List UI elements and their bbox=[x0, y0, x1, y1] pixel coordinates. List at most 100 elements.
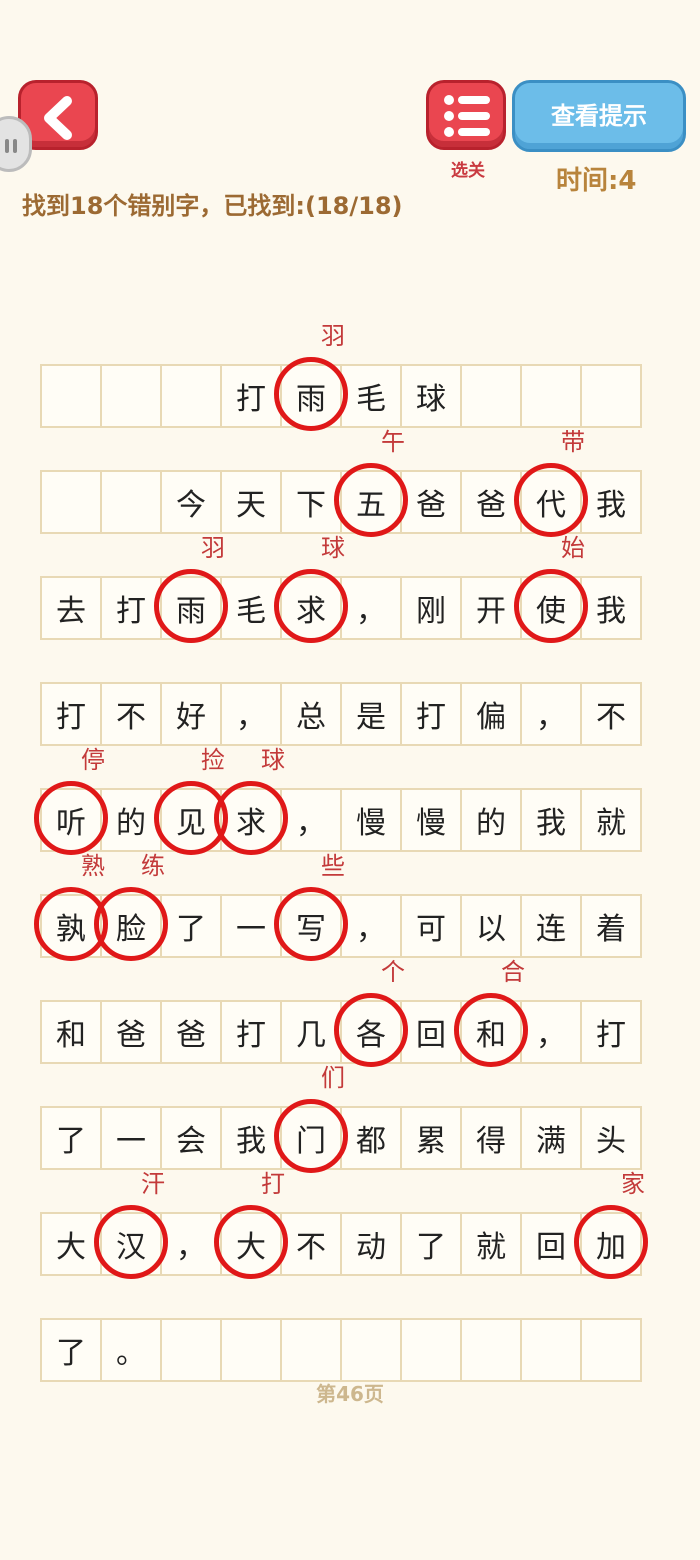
grid-cell[interactable]: 一 bbox=[100, 1106, 162, 1170]
grid-cell[interactable]: 开 bbox=[460, 576, 522, 640]
grid-cell[interactable]: 大 bbox=[40, 1212, 102, 1276]
grid-cell[interactable]: 去 bbox=[40, 576, 102, 640]
grid-cell[interactable]: 以 bbox=[460, 894, 522, 958]
grid-cell[interactable]: 大 bbox=[220, 1212, 282, 1276]
grid-cell[interactable] bbox=[580, 364, 642, 428]
grid-cell[interactable]: 都 bbox=[340, 1106, 402, 1170]
grid-cell[interactable]: 好 bbox=[160, 682, 222, 746]
grid-cell[interactable]: 回 bbox=[400, 1000, 462, 1064]
grid-cell[interactable] bbox=[460, 1318, 522, 1382]
grid-cell[interactable]: 和 bbox=[40, 1000, 102, 1064]
grid-cell[interactable]: 了 bbox=[160, 894, 222, 958]
grid-cell[interactable]: 打 bbox=[220, 364, 282, 428]
grid-cell[interactable]: 使 bbox=[520, 576, 582, 640]
grid-cell[interactable] bbox=[100, 364, 162, 428]
grid-cell[interactable]: 打 bbox=[220, 1000, 282, 1064]
grid-cell[interactable]: 毛 bbox=[340, 364, 402, 428]
grid-cell[interactable]: ， bbox=[340, 894, 402, 958]
pause-handle[interactable] bbox=[0, 116, 32, 172]
view-hint-button[interactable]: 查看提示 bbox=[512, 80, 686, 152]
grid-cell[interactable]: 不 bbox=[580, 682, 642, 746]
grid-cell[interactable]: 加 bbox=[580, 1212, 642, 1276]
grid-cell[interactable]: 代 bbox=[520, 470, 582, 534]
grid-cell[interactable]: 一 bbox=[220, 894, 282, 958]
grid-cell[interactable]: 。 bbox=[100, 1318, 162, 1382]
grid-cell[interactable]: 和 bbox=[460, 1000, 522, 1064]
grid-cell[interactable]: 汉 bbox=[100, 1212, 162, 1276]
grid-cell[interactable]: 头 bbox=[580, 1106, 642, 1170]
grid-cell[interactable] bbox=[400, 1318, 462, 1382]
grid-cell[interactable]: 球 bbox=[400, 364, 462, 428]
grid-cell[interactable]: 连 bbox=[520, 894, 582, 958]
grid-cell[interactable]: 毛 bbox=[220, 576, 282, 640]
grid-cell[interactable]: 我 bbox=[220, 1106, 282, 1170]
grid-cell[interactable]: 打 bbox=[580, 1000, 642, 1064]
grid-cell[interactable]: 爸 bbox=[400, 470, 462, 534]
grid-cell[interactable]: 可 bbox=[400, 894, 462, 958]
grid-cell[interactable]: ， bbox=[220, 682, 282, 746]
grid-cell[interactable]: 慢 bbox=[340, 788, 402, 852]
grid-cell[interactable]: 我 bbox=[580, 576, 642, 640]
grid-cell[interactable]: ， bbox=[340, 576, 402, 640]
grid-cell[interactable]: ， bbox=[520, 1000, 582, 1064]
grid-cell[interactable]: 了 bbox=[400, 1212, 462, 1276]
grid-cell[interactable]: 累 bbox=[400, 1106, 462, 1170]
grid-cell[interactable]: 见 bbox=[160, 788, 222, 852]
grid-cell[interactable]: 打 bbox=[400, 682, 462, 746]
grid-cell[interactable] bbox=[100, 470, 162, 534]
grid-cell[interactable] bbox=[280, 1318, 342, 1382]
grid-cell[interactable]: 了 bbox=[40, 1106, 102, 1170]
grid-cell[interactable]: ， bbox=[280, 788, 342, 852]
grid-cell[interactable]: 我 bbox=[520, 788, 582, 852]
grid-cell[interactable]: 的 bbox=[460, 788, 522, 852]
grid-cell[interactable] bbox=[160, 1318, 222, 1382]
grid-cell[interactable]: 回 bbox=[520, 1212, 582, 1276]
grid-cell[interactable]: 爸 bbox=[100, 1000, 162, 1064]
grid-cell[interactable]: 门 bbox=[280, 1106, 342, 1170]
grid-cell[interactable]: 就 bbox=[580, 788, 642, 852]
grid-cell[interactable]: 会 bbox=[160, 1106, 222, 1170]
grid-cell[interactable] bbox=[340, 1318, 402, 1382]
grid-cell[interactable] bbox=[160, 364, 222, 428]
grid-cell[interactable]: 写 bbox=[280, 894, 342, 958]
grid-cell[interactable]: 五 bbox=[340, 470, 402, 534]
grid-cell[interactable] bbox=[520, 1318, 582, 1382]
grid-cell[interactable]: 爸 bbox=[460, 470, 522, 534]
grid-cell[interactable]: 我 bbox=[580, 470, 642, 534]
grid-cell[interactable]: 的 bbox=[100, 788, 162, 852]
grid-cell[interactable]: 今 bbox=[160, 470, 222, 534]
grid-cell[interactable]: 孰 bbox=[40, 894, 102, 958]
grid-cell[interactable]: 打 bbox=[100, 576, 162, 640]
grid-cell[interactable]: 不 bbox=[280, 1212, 342, 1276]
grid-cell[interactable]: 爸 bbox=[160, 1000, 222, 1064]
grid-cell[interactable]: 听 bbox=[40, 788, 102, 852]
grid-cell[interactable]: 求 bbox=[220, 788, 282, 852]
grid-cell[interactable]: 得 bbox=[460, 1106, 522, 1170]
grid-cell[interactable]: 雨 bbox=[280, 364, 342, 428]
grid-cell[interactable] bbox=[40, 470, 102, 534]
grid-cell[interactable]: 各 bbox=[340, 1000, 402, 1064]
grid-cell[interactable]: 动 bbox=[340, 1212, 402, 1276]
grid-cell[interactable] bbox=[220, 1318, 282, 1382]
grid-cell[interactable] bbox=[460, 364, 522, 428]
grid-cell[interactable]: 雨 bbox=[160, 576, 222, 640]
grid-cell[interactable]: 打 bbox=[40, 682, 102, 746]
grid-cell[interactable]: 了 bbox=[40, 1318, 102, 1382]
grid-cell[interactable]: 总 bbox=[280, 682, 342, 746]
grid-cell[interactable]: 天 bbox=[220, 470, 282, 534]
grid-cell[interactable]: ， bbox=[160, 1212, 222, 1276]
grid-cell[interactable]: 求 bbox=[280, 576, 342, 640]
grid-cell[interactable]: ， bbox=[520, 682, 582, 746]
grid-cell[interactable]: 偏 bbox=[460, 682, 522, 746]
grid-cell[interactable]: 脸 bbox=[100, 894, 162, 958]
grid-cell[interactable] bbox=[40, 364, 102, 428]
grid-cell[interactable]: 不 bbox=[100, 682, 162, 746]
grid-cell[interactable]: 着 bbox=[580, 894, 642, 958]
grid-cell[interactable]: 是 bbox=[340, 682, 402, 746]
grid-cell[interactable] bbox=[520, 364, 582, 428]
level-select-button[interactable] bbox=[426, 80, 506, 150]
grid-cell[interactable]: 慢 bbox=[400, 788, 462, 852]
grid-cell[interactable]: 几 bbox=[280, 1000, 342, 1064]
grid-cell[interactable]: 满 bbox=[520, 1106, 582, 1170]
grid-cell[interactable] bbox=[580, 1318, 642, 1382]
